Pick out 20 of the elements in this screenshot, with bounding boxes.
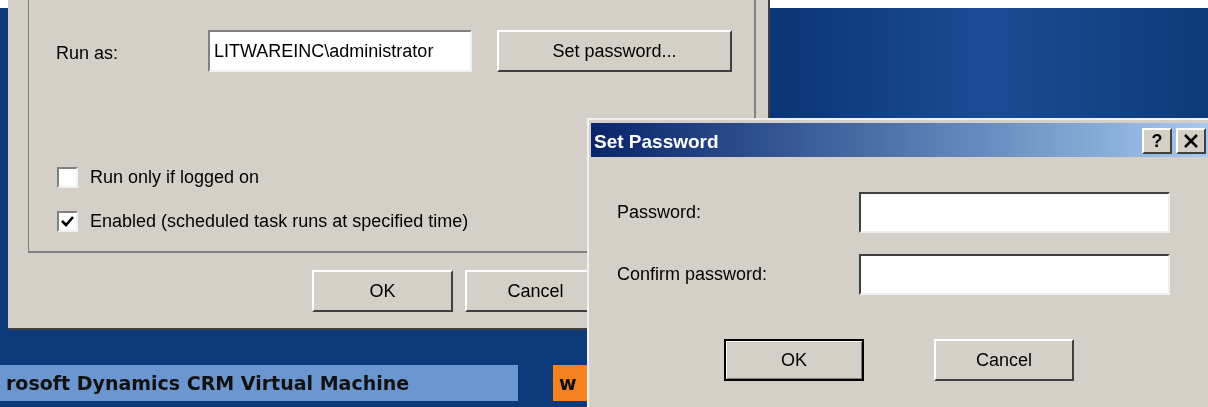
- taskbar-item[interactable]: rosoft Dynamics CRM Virtual Machine: [0, 365, 518, 401]
- dialog-button[interactable]: Cancel: [934, 339, 1074, 381]
- close-button[interactable]: [1176, 128, 1206, 154]
- field-label: Confirm password:: [617, 263, 769, 286]
- password-field[interactable]: [859, 192, 1170, 233]
- dialog-button[interactable]: OK: [312, 270, 453, 312]
- checkbox[interactable]: [57, 167, 78, 188]
- checkbox-label: Run only if logged on: [90, 166, 260, 189]
- set-password-button[interactable]: Set password...: [497, 30, 732, 72]
- close-icon: [1184, 134, 1198, 148]
- dialog-button[interactable]: OK: [724, 339, 864, 381]
- check-icon: [61, 215, 74, 228]
- run-as-field[interactable]: LITWAREINC\administrator: [208, 30, 472, 72]
- password-field[interactable]: [859, 254, 1170, 295]
- run-as-label: Run as:: [56, 42, 119, 65]
- checkbox[interactable]: [57, 211, 78, 232]
- help-button[interactable]: ?: [1142, 128, 1172, 154]
- field-label: Password:: [617, 201, 703, 224]
- dialog-title: Set Password: [594, 130, 719, 154]
- checkbox-label: Enabled (scheduled task runs at specified time): [90, 210, 469, 233]
